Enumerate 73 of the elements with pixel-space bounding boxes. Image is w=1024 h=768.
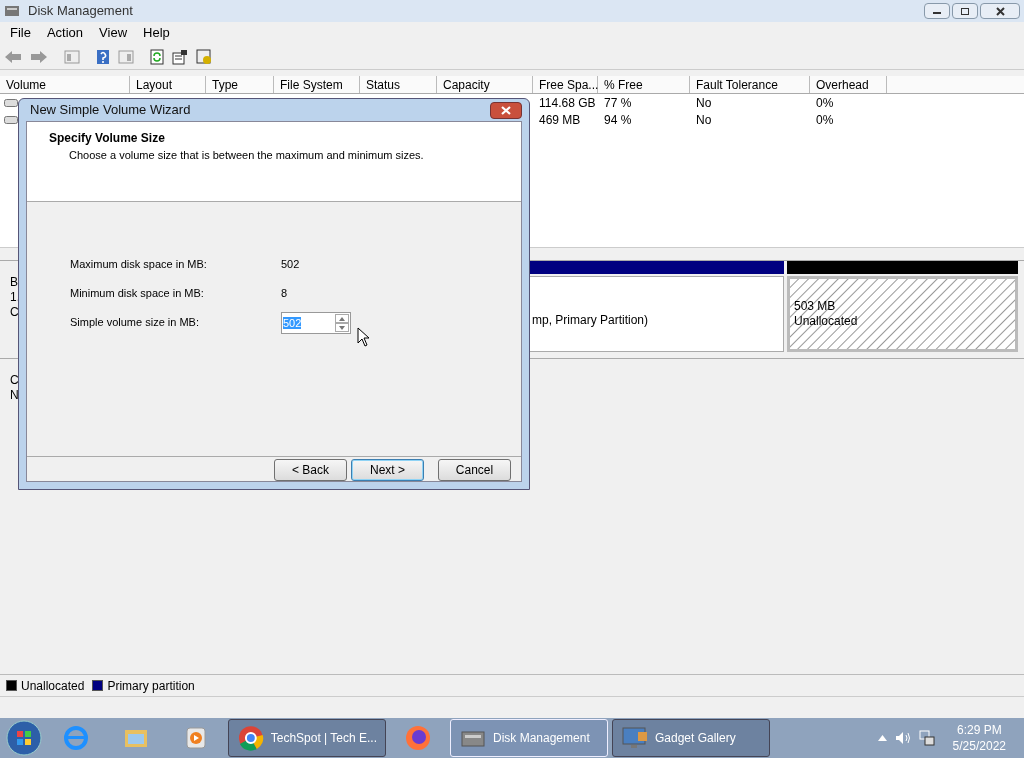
start-button[interactable]	[4, 719, 44, 757]
column-header[interactable]: Overhead	[810, 76, 887, 93]
wizard-description: Choose a volume size that is between the maximum and minimum sizes.	[68, 148, 424, 163]
table-cell-text: 77 %	[603, 94, 633, 112]
table-cell-text: 114.68 GB	[538, 94, 597, 112]
firefox-icon[interactable]	[404, 724, 432, 752]
close-button[interactable]	[490, 101, 522, 119]
settings-icon[interactable]	[196, 48, 212, 65]
dialog-title: New Simple Volume Wizard	[30, 101, 191, 120]
column-header[interactable]: Capacity	[437, 76, 533, 93]
volume-icon	[4, 98, 18, 107]
up-arrow-icon[interactable]	[339, 316, 345, 321]
minimize-button[interactable]	[924, 3, 950, 19]
field-value: 8	[281, 286, 288, 301]
table-cell-text: 94 %	[603, 111, 633, 129]
partition-box[interactable]: 503 MB Unallocated	[787, 276, 1018, 352]
wizard-heading: Specify Volume Size	[49, 130, 165, 147]
help-icon[interactable]	[96, 48, 110, 65]
partition-text: 503 MB	[794, 299, 836, 314]
field-label: Minimum disk space in MB:	[70, 286, 205, 301]
disk-label: B	[10, 275, 18, 290]
chrome-icon	[237, 724, 265, 752]
disk-drive-icon	[4, 4, 20, 18]
window-title: Disk Management	[28, 2, 133, 21]
show-hidden-icons-icon[interactable]	[877, 735, 887, 741]
volume-icon	[4, 115, 18, 124]
partition-text: mp, Primary Partition)	[532, 312, 649, 328]
column-header[interactable]: Volume	[0, 76, 130, 93]
disk-label: N	[10, 388, 19, 403]
table-cell-text: No	[695, 94, 713, 112]
menu-item[interactable]: Action	[46, 23, 84, 43]
column-header[interactable]: % Free	[598, 76, 690, 93]
menu-item[interactable]: Help	[143, 23, 170, 43]
close-icon	[995, 6, 1005, 16]
volume-icon[interactable]	[894, 731, 911, 745]
restore-button[interactable]	[952, 3, 978, 19]
back-icon[interactable]	[4, 49, 22, 64]
disk-label: C	[10, 305, 19, 320]
table-cell-text: No	[695, 111, 713, 129]
down-arrow-icon[interactable]	[339, 325, 345, 330]
column-header[interactable]: Status	[360, 76, 437, 93]
field-value: 502	[281, 257, 300, 272]
disk-label: C	[10, 373, 19, 388]
legend-label: Primary partition	[107, 677, 195, 695]
taskbar-button[interactable]: Gadget Gallery	[612, 719, 770, 757]
panel-icon[interactable]	[64, 49, 80, 64]
mouse-cursor-icon	[357, 327, 370, 347]
close-button[interactable]	[980, 3, 1020, 19]
column-header[interactable]: File System	[274, 76, 360, 93]
table-cell-text: 469 MB	[538, 111, 582, 129]
column-header[interactable]: Free Spa...	[533, 76, 598, 93]
menu-item[interactable]: View	[99, 23, 128, 43]
table-cell-text: 0%	[815, 94, 835, 112]
partition-text: Unallocated	[794, 314, 858, 329]
dialog-button[interactable]: Cancel	[438, 459, 511, 481]
dialog-button[interactable]: < Back	[274, 459, 347, 481]
field-label: Maximum disk space in MB:	[70, 257, 208, 272]
column-header[interactable]: Type	[206, 76, 274, 93]
close-icon	[501, 105, 511, 115]
field-label: Simple volume size in MB:	[70, 315, 200, 330]
column-header[interactable]: Layout	[130, 76, 206, 93]
refresh-icon[interactable]	[150, 48, 164, 65]
panel-icon[interactable]	[118, 49, 134, 64]
properties-icon[interactable]	[172, 48, 188, 65]
partition-box[interactable]: mp, Primary Partition)	[529, 276, 784, 352]
table-cell-text: 0%	[815, 111, 835, 129]
legend-label: Unallocated	[21, 677, 85, 695]
taskbar-button[interactable]: TechSpot | Tech E...	[228, 719, 386, 757]
column-header[interactable]: Fault Tolerance	[690, 76, 810, 93]
menu-item[interactable]: File	[10, 23, 31, 43]
dialog-button[interactable]: Next >	[351, 459, 424, 481]
network-icon[interactable]	[918, 730, 935, 746]
forward-icon[interactable]	[30, 49, 48, 64]
